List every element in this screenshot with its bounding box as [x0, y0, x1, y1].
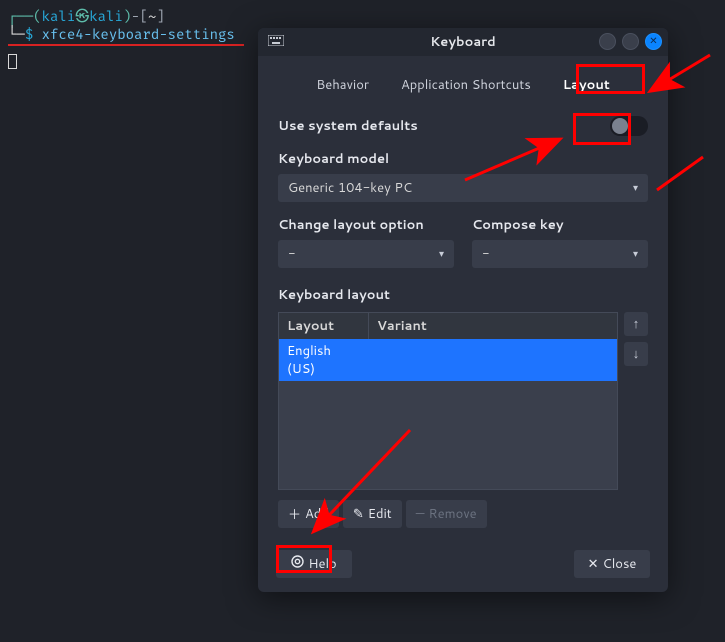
keyboard-settings-window: Keyboard Behavior Application Shortcuts … — [258, 28, 668, 592]
arrow-up-icon: ↑ — [633, 315, 640, 333]
prompt-user: kali — [42, 8, 76, 25]
titlebar[interactable]: Keyboard — [258, 28, 668, 56]
layout-row[interactable]: English (US) — [279, 339, 617, 381]
close-button-label: Close — [602, 555, 636, 573]
layout-cell-layout: English (US) — [279, 339, 369, 381]
terminal: ┌──(kali㉿kali)-[~] └─$ xfce4-keyboard-se… — [8, 8, 235, 44]
change-layout-option-dropdown[interactable]: - ▾ — [278, 240, 454, 268]
layout-cell-variant — [369, 339, 617, 381]
maximize-button[interactable] — [622, 33, 639, 50]
tab-behavior[interactable]: Behavior — [312, 74, 373, 96]
keyboard-model-label: Keyboard model — [278, 150, 648, 168]
keyboard-icon — [268, 33, 284, 51]
move-up-button[interactable]: ↑ — [624, 312, 648, 336]
keyboard-model-dropdown[interactable]: Generic 104-key PC ▾ — [278, 174, 648, 202]
edit-button-label: Edit — [368, 505, 392, 523]
compose-key-label: Compose key — [472, 216, 648, 234]
annotation-underline — [8, 44, 244, 46]
close-window-button[interactable] — [645, 33, 662, 50]
close-icon: ✕ — [588, 555, 599, 573]
keyboard-model-value: Generic 104-key PC — [288, 179, 412, 197]
add-button[interactable]: ＋ Add — [278, 500, 339, 528]
minimize-button[interactable] — [599, 33, 616, 50]
chevron-down-icon: ▾ — [633, 181, 638, 195]
use-system-defaults-toggle[interactable] — [610, 116, 648, 136]
edit-button[interactable]: ✎ Edit — [343, 500, 402, 528]
remove-button: — Remove — [406, 500, 487, 528]
chevron-down-icon: ▾ — [633, 247, 638, 261]
change-layout-option-label: Change layout option — [278, 216, 454, 234]
pencil-icon: ✎ — [353, 505, 364, 523]
column-header-layout[interactable]: Layout — [279, 313, 369, 339]
compose-key-dropdown[interactable]: - ▾ — [472, 240, 648, 268]
help-button[interactable]: Help — [276, 550, 352, 578]
compose-key-value: - — [482, 245, 490, 263]
add-button-label: Add — [305, 505, 329, 523]
chevron-down-icon: ▾ — [439, 247, 444, 261]
minus-icon: — — [416, 505, 425, 523]
layout-table: Layout Variant English (US) — [278, 312, 618, 490]
column-header-variant[interactable]: Variant — [369, 313, 617, 339]
help-button-label: Help — [308, 555, 336, 573]
arrow-down-icon: ↓ — [633, 345, 640, 363]
use-system-defaults-label: Use system defaults — [278, 117, 418, 135]
remove-button-label: Remove — [429, 505, 477, 523]
prompt-host: kali — [89, 8, 123, 25]
help-icon — [291, 555, 304, 573]
plus-icon: ＋ — [288, 504, 301, 524]
move-down-button[interactable]: ↓ — [624, 342, 648, 366]
terminal-command: xfce4-keyboard-settings — [42, 26, 235, 43]
keyboard-layout-label: Keyboard layout — [278, 286, 648, 304]
tab-bar: Behavior Application Shortcuts Layout — [258, 56, 668, 106]
tab-layout[interactable]: Layout — [559, 74, 614, 96]
close-button[interactable]: ✕ Close — [574, 550, 650, 578]
change-layout-option-value: - — [288, 245, 296, 263]
terminal-cursor — [8, 54, 17, 69]
tab-application-shortcuts[interactable]: Application Shortcuts — [397, 74, 535, 96]
